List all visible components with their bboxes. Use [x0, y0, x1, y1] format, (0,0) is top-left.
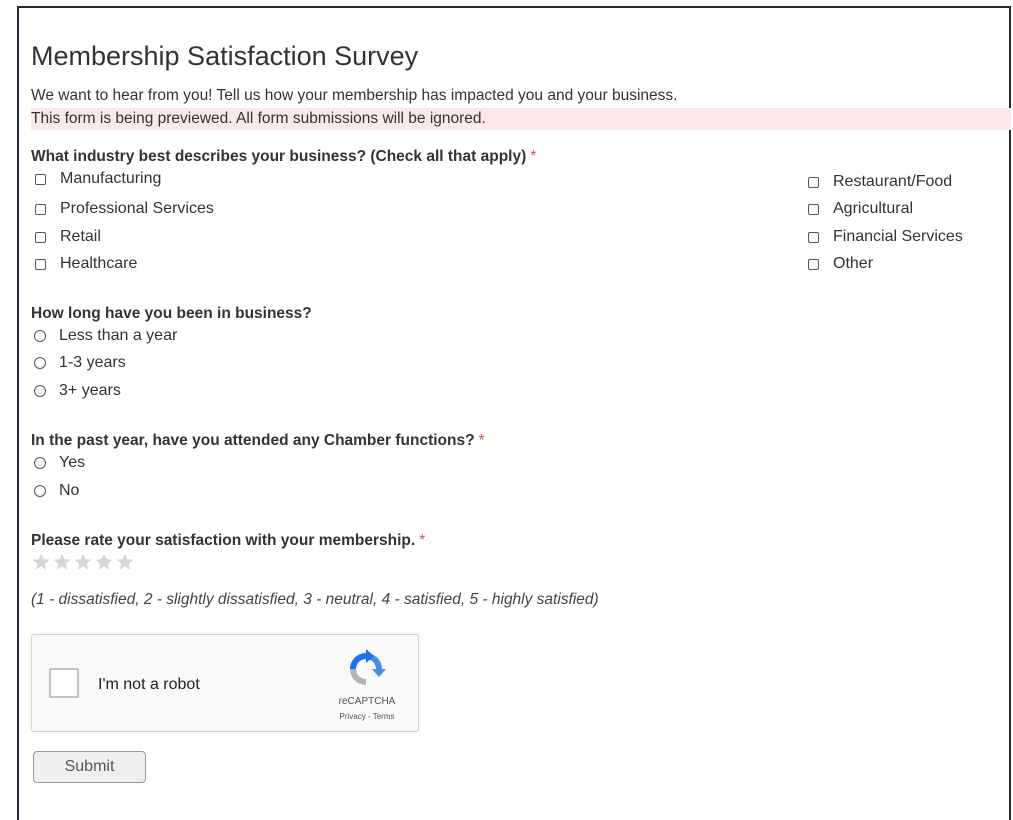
- question-rating-label: Please rate your satisfaction with your …: [31, 532, 425, 550]
- checkbox-box[interactable]: [808, 203, 819, 215]
- recaptcha-widget: I'm not a robot reCAPTCHA Privacy - Term…: [31, 634, 419, 732]
- radio-3-plus-years[interactable]: 3+ years: [34, 382, 121, 400]
- recaptcha-logo-icon: [350, 649, 386, 685]
- required-marker: *: [530, 148, 537, 165]
- radio-1-3-years[interactable]: 1-3 years: [34, 354, 126, 372]
- recaptcha-brand: reCAPTCHA: [338, 696, 396, 707]
- radio-less-than-a-year[interactable]: Less than a year: [34, 327, 177, 345]
- checkbox-box[interactable]: [35, 258, 46, 270]
- checkbox-professional-services[interactable]: Professional Services: [35, 200, 214, 218]
- question-functions-label: In the past year, have you attended any …: [31, 432, 485, 450]
- question-years-text: How long have you been in business?: [31, 305, 312, 322]
- checkbox-healthcare[interactable]: Healthcare: [35, 255, 137, 273]
- checkbox-financial-services[interactable]: Financial Services: [808, 228, 963, 246]
- radio-circle[interactable]: [34, 330, 46, 342]
- checkbox-label: Healthcare: [60, 255, 138, 272]
- radio-circle[interactable]: [34, 485, 46, 497]
- preview-notice: This form is being previewed. All form s…: [31, 108, 1011, 130]
- checkbox-label: Manufacturing: [60, 170, 162, 187]
- recaptcha-links: Privacy - Terms: [330, 712, 404, 721]
- checkbox-box[interactable]: [35, 203, 46, 215]
- required-marker: *: [478, 432, 485, 449]
- radio-label: Less than a year: [59, 327, 178, 344]
- submit-button[interactable]: Submit: [33, 751, 146, 783]
- radio-circle[interactable]: [34, 385, 46, 397]
- star-icon[interactable]: [115, 552, 135, 572]
- required-marker: *: [419, 532, 426, 549]
- star-rating[interactable]: [31, 552, 135, 572]
- checkbox-label: Retail: [60, 228, 101, 245]
- checkbox-label: Financial Services: [833, 228, 963, 245]
- radio-circle[interactable]: [34, 357, 46, 369]
- terms-link[interactable]: Terms: [373, 712, 395, 721]
- radio-yes[interactable]: Yes: [34, 454, 85, 472]
- question-industry-text: What industry best describes your busine…: [31, 148, 527, 165]
- star-icon[interactable]: [73, 552, 93, 572]
- recaptcha-label: I'm not a robot: [98, 676, 200, 693]
- checkbox-restaurant-food[interactable]: Restaurant/Food: [808, 173, 952, 191]
- checkbox-box[interactable]: [808, 258, 819, 270]
- checkbox-label: Professional Services: [60, 200, 214, 217]
- checkbox-retail[interactable]: Retail: [35, 228, 101, 246]
- question-years-label: How long have you been in business?: [31, 305, 312, 323]
- link-separator: -: [365, 712, 373, 721]
- radio-no[interactable]: No: [34, 482, 79, 500]
- checkbox-box[interactable]: [808, 231, 819, 243]
- question-rating-text: Please rate your satisfaction with your …: [31, 532, 416, 549]
- rating-hint: (1 - dissatisfied, 2 - slightly dissatis…: [31, 591, 599, 608]
- radio-label: No: [59, 482, 80, 499]
- checkbox-label: Restaurant/Food: [833, 173, 953, 190]
- recaptcha-checkbox[interactable]: [49, 668, 79, 698]
- radio-circle[interactable]: [34, 457, 46, 469]
- question-functions-text: In the past year, have you attended any …: [31, 432, 475, 449]
- checkbox-manufacturing[interactable]: Manufacturing: [35, 170, 161, 188]
- form-title: Membership Satisfaction Survey: [31, 41, 419, 71]
- checkbox-agricultural[interactable]: Agricultural: [808, 200, 913, 218]
- radio-label: 3+ years: [59, 382, 121, 399]
- checkbox-box[interactable]: [35, 173, 46, 185]
- checkbox-box[interactable]: [808, 176, 819, 188]
- star-icon[interactable]: [31, 552, 51, 572]
- checkbox-label: Agricultural: [833, 200, 914, 217]
- radio-label: Yes: [59, 454, 86, 471]
- privacy-link[interactable]: Privacy: [340, 712, 366, 721]
- checkbox-other[interactable]: Other: [808, 255, 873, 273]
- radio-label: 1-3 years: [59, 354, 126, 371]
- question-industry-label: What industry best describes your busine…: [31, 148, 536, 166]
- star-icon[interactable]: [94, 552, 114, 572]
- star-icon[interactable]: [52, 552, 72, 572]
- form-description: We want to hear from you! Tell us how yo…: [31, 87, 678, 104]
- checkbox-box[interactable]: [35, 231, 46, 243]
- checkbox-label: Other: [833, 255, 874, 272]
